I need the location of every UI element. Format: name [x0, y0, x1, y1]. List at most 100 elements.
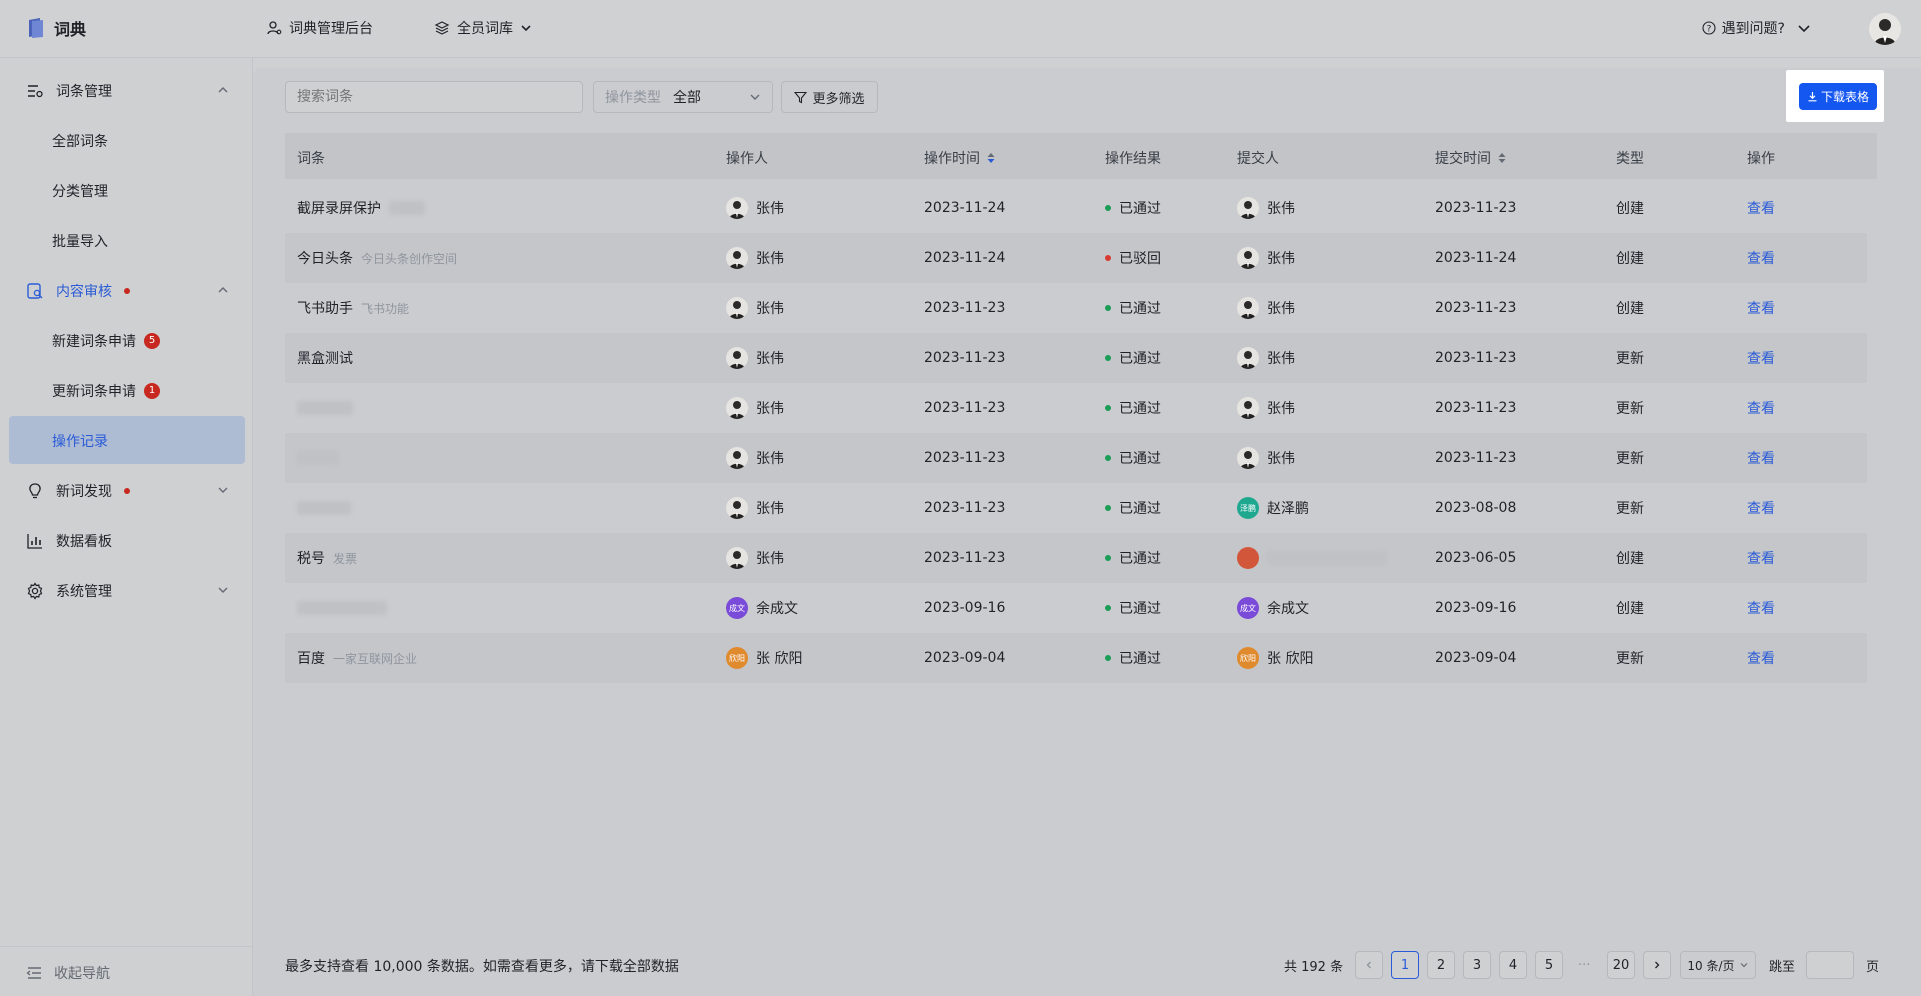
page-button[interactable]: 20 — [1607, 951, 1635, 979]
op-time-cell: 2023-09-16 — [924, 600, 1006, 616]
chevron-down-icon[interactable] — [216, 483, 230, 497]
submit-time-cell: 2023-11-24 — [1435, 250, 1517, 266]
submit-time-cell: 2023-11-23 — [1435, 450, 1517, 466]
column-header-op-time[interactable]: 操作时间 — [924, 148, 996, 168]
sidebar-item-label: 分类管理 — [52, 184, 108, 200]
submitter-avatar — [1237, 547, 1259, 569]
term-description: 一家互联网企业 — [333, 651, 418, 666]
download-table-button[interactable]: 下载表格 — [1799, 83, 1877, 110]
operator-name: 张伟 — [756, 301, 784, 317]
view-link[interactable]: 查看 — [1747, 233, 1775, 283]
view-link[interactable]: 查看 — [1747, 183, 1775, 233]
prev-page-button[interactable] — [1355, 951, 1383, 979]
view-link[interactable]: 查看 — [1747, 483, 1775, 533]
help-menu[interactable]: ? 遇到问题? — [1702, 18, 1811, 38]
sidebar-item-batch-import[interactable]: 批量导入 — [52, 231, 108, 251]
sidebar-item-new-entry-requests[interactable]: 新建词条申请 5 — [52, 331, 160, 351]
term-description: 今日头条创作空间 — [361, 251, 458, 266]
user-settings-icon — [267, 21, 282, 35]
column-header-type: 类型 — [1616, 151, 1644, 167]
chevron-down-icon — [521, 25, 531, 32]
sort-icon[interactable] — [986, 151, 996, 165]
notification-dot — [124, 488, 130, 494]
sort-icon[interactable] — [1497, 151, 1507, 165]
select-value: 全部 — [673, 90, 701, 106]
search-input[interactable] — [285, 81, 583, 113]
user-avatar[interactable] — [1869, 13, 1901, 45]
select-label: 操作类型 — [605, 90, 661, 106]
operator-avatar — [726, 547, 748, 569]
table-row: 张伟 2023-11-23 已通过 张伟 2023-11-23 更新 查看 — [285, 383, 1867, 433]
column-header-submit-time[interactable]: 提交时间 — [1435, 148, 1507, 168]
status-dot — [1105, 205, 1111, 211]
type-cell: 创建 — [1616, 301, 1644, 317]
column-header-action: 操作 — [1747, 151, 1775, 167]
view-link[interactable]: 查看 — [1747, 283, 1775, 333]
chevron-up-icon[interactable] — [216, 83, 230, 97]
operator-avatar — [726, 497, 748, 519]
admin-console-link[interactable]: 词典管理后台 — [266, 18, 373, 38]
view-link[interactable]: 查看 — [1747, 383, 1775, 433]
view-link[interactable]: 查看 — [1747, 533, 1775, 583]
nav-group-dashboard[interactable]: 数据看板 — [26, 531, 112, 551]
nav-group-entry-management[interactable]: 词条管理 — [26, 81, 112, 101]
more-filters-button[interactable]: 更多筛选 — [781, 81, 878, 113]
app-logo[interactable]: 词典 — [26, 16, 86, 40]
lightbulb-icon — [29, 483, 41, 499]
redacted-submitter — [1267, 551, 1387, 565]
view-link[interactable]: 查看 — [1747, 633, 1775, 683]
result-cell: 已通过 — [1105, 333, 1161, 383]
nav-group-content-review[interactable]: 内容审核 — [26, 281, 130, 301]
result-cell: 已通过 — [1105, 483, 1161, 533]
operator-cell: 张伟 — [726, 483, 784, 533]
submitter-cell: 张伟 — [1237, 183, 1295, 233]
op-time-cell: 2023-11-23 — [924, 450, 1006, 466]
sidebar-item-category[interactable]: 分类管理 — [52, 181, 108, 201]
page-button[interactable]: 2 — [1427, 951, 1455, 979]
collapse-nav-label: 收起导航 — [54, 966, 110, 982]
term-text: 税号 — [297, 551, 325, 567]
nav-group-new-word-discovery[interactable]: 新词发现 — [26, 481, 130, 501]
table-row: 飞书助手 飞书功能 张伟 2023-11-23 已通过 张伟 2023-11-23 创建 查看 — [285, 283, 1867, 333]
op-time-cell: 2023-11-23 — [924, 500, 1006, 516]
page-button[interactable]: 5 — [1535, 951, 1563, 979]
operation-type-select[interactable]: 操作类型 全部 — [593, 81, 773, 113]
collapse-nav-button[interactable]: 收起导航 — [26, 963, 110, 983]
nav-group-label: 数据看板 — [56, 534, 112, 550]
view-link[interactable]: 查看 — [1747, 583, 1775, 633]
chevron-right-icon — [1655, 961, 1660, 969]
nav-group-system-settings[interactable]: 系统管理 — [26, 581, 112, 601]
operator-cell: 张伟 — [726, 283, 784, 333]
operator-cell: 张伟 — [726, 333, 784, 383]
term-cell: 税号 发票 — [297, 533, 357, 583]
page-button[interactable]: 1 — [1391, 951, 1419, 979]
type-cell: 更新 — [1616, 501, 1644, 517]
page-button[interactable]: 4 — [1499, 951, 1527, 979]
sidebar-item-all-entries[interactable]: 全部词条 — [52, 131, 108, 151]
result-text: 已通过 — [1119, 651, 1161, 667]
sidebar-item-label: 操作记录 — [52, 434, 108, 450]
divider — [0, 946, 252, 947]
column-header-result: 操作结果 — [1105, 151, 1161, 167]
submitter-cell: 成文 余成文 — [1237, 583, 1309, 633]
view-link[interactable]: 查看 — [1747, 433, 1775, 483]
operator-avatar — [726, 197, 748, 219]
jump-page-input[interactable] — [1806, 951, 1854, 979]
more-filters-label: 更多筛选 — [812, 91, 865, 107]
submit-time-cell: 2023-09-16 — [1435, 600, 1517, 616]
sidebar-item-operation-log[interactable]: 操作记录 — [52, 431, 108, 451]
next-page-button[interactable] — [1643, 951, 1671, 979]
chevron-down-icon[interactable] — [216, 583, 230, 597]
total-count: 共 192 条 — [1284, 959, 1344, 975]
page-button[interactable]: 3 — [1463, 951, 1491, 979]
result-text: 已通过 — [1119, 201, 1161, 217]
library-switcher[interactable]: 全员词库 — [434, 18, 532, 38]
type-cell: 更新 — [1616, 651, 1644, 667]
page-size-select[interactable]: 10 条/页 — [1680, 951, 1756, 979]
term-cell: 截屏录屏保护 — [297, 183, 425, 233]
chevron-up-icon[interactable] — [216, 283, 230, 297]
page-ellipsis[interactable]: ··· — [1578, 951, 1590, 979]
sidebar-item-update-entry-requests[interactable]: 更新词条申请 1 — [52, 381, 160, 401]
view-link[interactable]: 查看 — [1747, 333, 1775, 383]
data-limit-note: 最多支持查看 10,000 条数据。如需查看更多，请下载全部数据 — [285, 959, 679, 975]
